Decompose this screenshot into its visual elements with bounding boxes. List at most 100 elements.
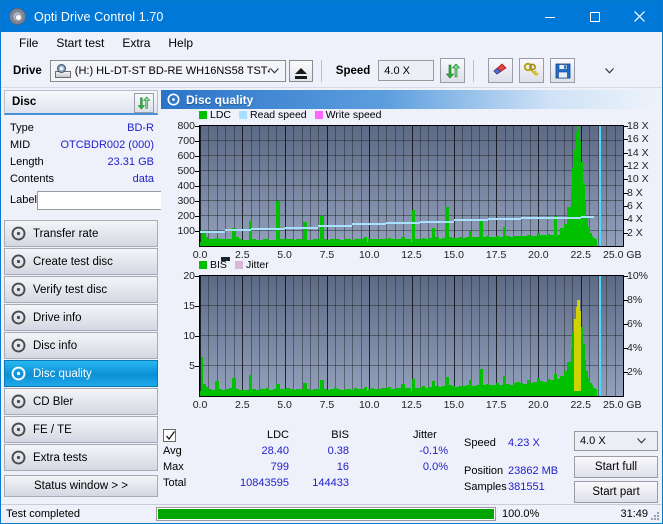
disc-key-contents: Contents	[10, 172, 55, 185]
sidebar-item-label: FE / TE	[33, 423, 72, 436]
grid-line-vertical	[369, 126, 370, 246]
grid-line-vertical	[437, 276, 438, 396]
grid-line-vertical	[378, 276, 379, 396]
stats-bis-total: 144433	[312, 477, 349, 489]
grid-line-vertical	[225, 276, 226, 396]
toolbar: Drive (H:) HL-DT-ST BD-RE WH16NS58 TST4 …	[1, 54, 662, 88]
grid-line-vertical	[471, 126, 472, 246]
resize-grip-icon[interactable]	[650, 511, 660, 521]
start-part-button[interactable]: Start part	[574, 481, 658, 503]
grid-line-vertical	[242, 126, 243, 246]
disc-row-label: Label	[10, 188, 239, 212]
legend-swatch	[199, 111, 207, 119]
sidebar-item-verify-test-disc[interactable]: Verify test disc	[4, 276, 158, 303]
sidebar-item-drive-info[interactable]: Drive info	[4, 304, 158, 331]
sidebar-item-label: Create test disc	[33, 255, 113, 268]
title-bar: Opti Drive Control 1.70	[1, 1, 662, 32]
grid-line-vertical	[462, 126, 463, 246]
grid-line-vertical	[395, 276, 396, 396]
y2-axis-tick: 6%	[627, 318, 643, 330]
chart-plot-area[interactable]	[199, 125, 624, 247]
chart-baseline-band	[200, 241, 596, 246]
grid-line-vertical	[285, 276, 286, 396]
legend-label: BIS	[210, 259, 227, 271]
chart-plot-area[interactable]	[199, 275, 624, 397]
maximize-icon[interactable]	[572, 1, 617, 32]
grid-line-vertical	[208, 126, 209, 246]
sidebar-item-cd-bler[interactable]: CD Bler	[4, 388, 158, 415]
grid-line-vertical	[420, 276, 421, 396]
read-speed-line	[521, 217, 556, 220]
read-speed-line	[318, 224, 353, 227]
start-full-button[interactable]: Start full	[574, 456, 658, 478]
disc-icon	[11, 450, 26, 465]
read-speed-line	[580, 216, 595, 218]
y2-axis-tick-mark	[624, 219, 628, 221]
speed-select[interactable]: 4.0 X	[378, 60, 614, 81]
stats-jitter-avg: -0.1%	[419, 445, 448, 457]
save-button[interactable]	[550, 58, 576, 83]
test-speed-select[interactable]: 4.0 X	[574, 431, 658, 451]
grid-line-vertical	[488, 276, 489, 396]
grid-line-horizontal	[200, 335, 623, 336]
stats-ldc-max: 799	[270, 461, 289, 473]
stats-jitter-max: 0.0%	[422, 461, 448, 473]
keys-button[interactable]	[519, 58, 545, 83]
chart-cursor	[599, 276, 602, 396]
x-axis-tick: 25.0 GB	[603, 249, 642, 261]
disc-refresh-button[interactable]	[134, 93, 154, 113]
legend-item: Jitter	[234, 259, 269, 271]
sidebar-item-transfer-rate[interactable]: Transfer rate	[4, 220, 158, 247]
close-icon[interactable]	[617, 1, 662, 32]
y-axis-tick-mark	[195, 126, 199, 127]
menu-file[interactable]: File	[10, 34, 47, 52]
eraser-icon	[493, 63, 507, 75]
minimize-icon[interactable]	[527, 1, 572, 32]
menu-help[interactable]: Help	[159, 34, 202, 52]
chart-cursor	[599, 126, 602, 246]
grid-line-vertical	[378, 126, 379, 246]
y-axis-tick: 300	[177, 195, 195, 207]
disc-icon	[11, 310, 26, 325]
disc-icon	[11, 226, 26, 241]
y2-axis-tick: 2%	[627, 366, 643, 378]
menu-extra[interactable]: Extra	[113, 34, 159, 52]
sidebar-item-fe-te[interactable]: FE / TE	[4, 416, 158, 443]
refresh-button[interactable]	[440, 58, 466, 83]
y2-axis-tick-mark	[624, 179, 628, 181]
statistics-panel: LDC BIS Jitter Avg Max Total 28.40 799 1…	[163, 429, 662, 503]
sidebar-item-disc-info[interactable]: Disc info	[4, 332, 158, 359]
drive-select[interactable]: (H:) HL-DT-ST BD-RE WH16NS58 TST4	[49, 59, 286, 82]
grid-line-vertical	[412, 276, 413, 396]
refresh-icon	[137, 96, 151, 110]
y2-axis-tick-mark	[624, 300, 628, 301]
start-full-label: Start full	[594, 461, 638, 473]
menu-start-test[interactable]: Start test	[47, 34, 113, 52]
grid-line-horizontal	[200, 170, 623, 171]
disc-icon	[11, 422, 26, 437]
drive-icon	[54, 63, 71, 78]
x-axis-tick: 22.5	[570, 399, 591, 411]
erase-button[interactable]	[488, 58, 514, 83]
jitter-checkbox[interactable]	[163, 429, 176, 442]
legend-label: Read speed	[250, 109, 307, 121]
disc-icon	[167, 93, 180, 106]
legend-label: Write speed	[325, 109, 382, 121]
floppy-save-icon	[555, 63, 571, 78]
y2-axis-tick: 6 X	[627, 200, 643, 212]
sidebar-item-extra-tests[interactable]: Extra tests	[4, 444, 158, 471]
eject-button[interactable]	[288, 59, 313, 82]
read-speed-line	[487, 218, 522, 220]
y-axis-tick-mark	[195, 201, 199, 202]
grid-line-vertical	[454, 126, 455, 246]
content-header: Disc quality	[161, 90, 660, 109]
grid-line-vertical	[327, 276, 328, 396]
legend-item: LDC	[199, 109, 231, 121]
sidebar-item-disc-quality[interactable]: Disc quality	[4, 360, 158, 387]
jitter-label: Jitter	[413, 429, 437, 441]
sidebar-item-create-test-disc[interactable]: Create test disc	[4, 248, 158, 275]
grid-line-vertical	[242, 276, 243, 396]
grid-line-horizontal	[200, 200, 623, 201]
legend-label: LDC	[210, 109, 232, 121]
status-window-button[interactable]: Status window > >	[4, 475, 158, 497]
